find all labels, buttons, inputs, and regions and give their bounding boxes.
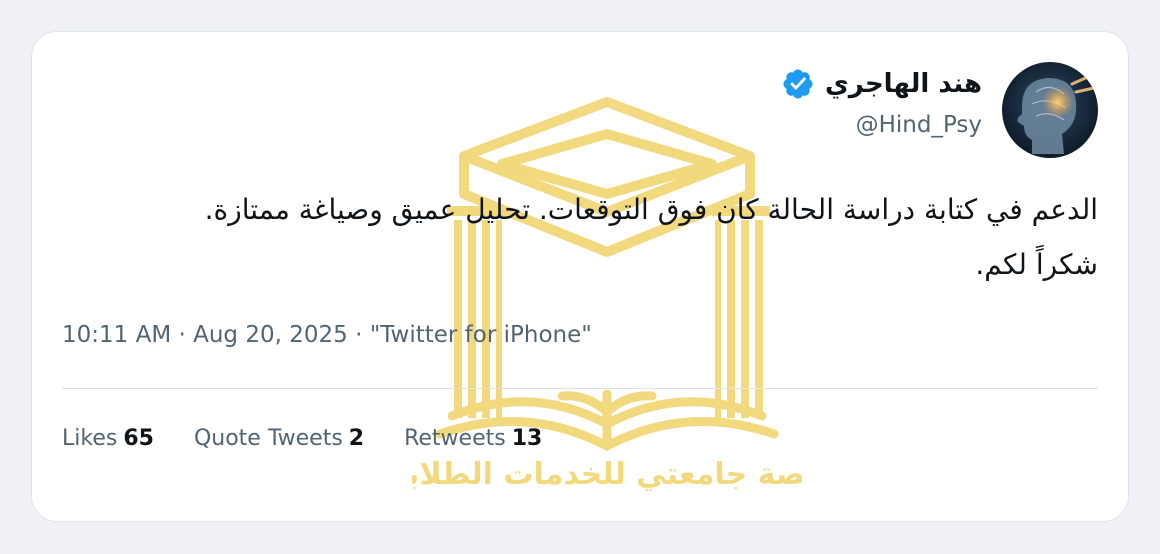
- stat-label: Retweets: [404, 426, 506, 451]
- tweet-source: "Twitter for iPhone": [369, 322, 592, 348]
- watermark-text: منصة جامعتي للخدمات الطلابية: [412, 457, 802, 492]
- tweet-stats: Likes 65 Quote Tweets 2 Retweets 13: [62, 426, 542, 451]
- retweets-stat[interactable]: Retweets 13: [404, 426, 542, 451]
- likes-stat[interactable]: Likes 65: [62, 426, 154, 451]
- stat-label: Quote Tweets: [193, 426, 343, 451]
- tweet-meta: 10:11 AM · Aug 20, 2025 · "Twitter for i…: [62, 322, 592, 348]
- quote-tweets-stat[interactable]: Quote Tweets 2: [194, 426, 364, 451]
- meta-separator: ·: [178, 322, 186, 348]
- brain-head-profile-image: [1002, 62, 1098, 158]
- stat-value: 2: [348, 426, 365, 451]
- stat-value: 65: [123, 426, 154, 451]
- stat-value: 13: [511, 426, 543, 451]
- tweet-date[interactable]: Aug 20, 2025: [193, 322, 348, 348]
- author-name[interactable]: هند الهاجري: [825, 69, 982, 99]
- divider: [62, 388, 1098, 389]
- tweet-card: منصة جامعتي للخدمات الطلابية هند الهاجري: [31, 31, 1129, 522]
- stat-label: Likes: [62, 426, 118, 451]
- author-name-row: هند الهاجري: [781, 64, 982, 104]
- author-avatar[interactable]: [1002, 62, 1098, 158]
- author-handle[interactable]: @Hind_Psy: [856, 112, 982, 138]
- tweet-text: الدعم في كتابة دراسة الحالة كان فوق التو…: [204, 193, 1098, 281]
- meta-separator: ·: [355, 322, 363, 348]
- tweet-time[interactable]: 10:11 AM: [62, 322, 171, 348]
- verified-badge-icon: [783, 69, 813, 99]
